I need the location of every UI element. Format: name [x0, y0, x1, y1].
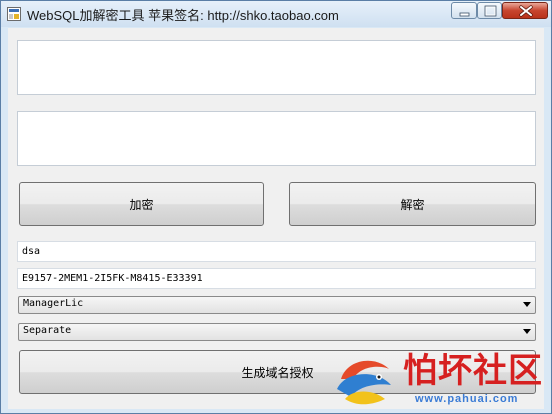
license-type-value: ManagerLic	[23, 298, 84, 309]
watermark: 怕坏社区 www.pahuai.com	[331, 349, 551, 413]
maximize-button[interactable]	[477, 2, 502, 19]
chevron-down-icon	[523, 302, 531, 307]
window-title: WebSQL加解密工具 苹果签名: http://shko.taobao.com	[27, 8, 339, 23]
minimize-icon	[459, 12, 470, 17]
maximize-icon	[484, 5, 497, 17]
app-window: WebSQL加解密工具 苹果签名: http://shko.taobao.com…	[0, 0, 552, 414]
close-icon	[519, 5, 533, 17]
encrypt-button[interactable]: 加密	[19, 182, 264, 226]
watermark-url: www.pahuai.com	[415, 393, 519, 405]
name-input[interactable]	[17, 241, 536, 262]
decrypt-button[interactable]: 解密	[289, 182, 536, 226]
mode-value: Separate	[23, 325, 72, 336]
minimize-button[interactable]	[451, 2, 477, 19]
title-bar[interactable]: WebSQL加解密工具 苹果签名: http://shko.taobao.com	[1, 1, 551, 27]
chevron-down-icon	[523, 329, 531, 334]
close-button[interactable]	[502, 2, 548, 19]
mode-select[interactable]: Separate	[18, 323, 536, 341]
output-textarea[interactable]	[17, 111, 536, 166]
license-type-select[interactable]: ManagerLic	[18, 296, 536, 314]
fish-logo-icon	[337, 360, 391, 405]
app-icon	[7, 7, 21, 21]
watermark-brand: 怕坏社区	[403, 351, 543, 391]
input-textarea[interactable]	[17, 40, 536, 95]
serial-input[interactable]	[17, 268, 536, 289]
